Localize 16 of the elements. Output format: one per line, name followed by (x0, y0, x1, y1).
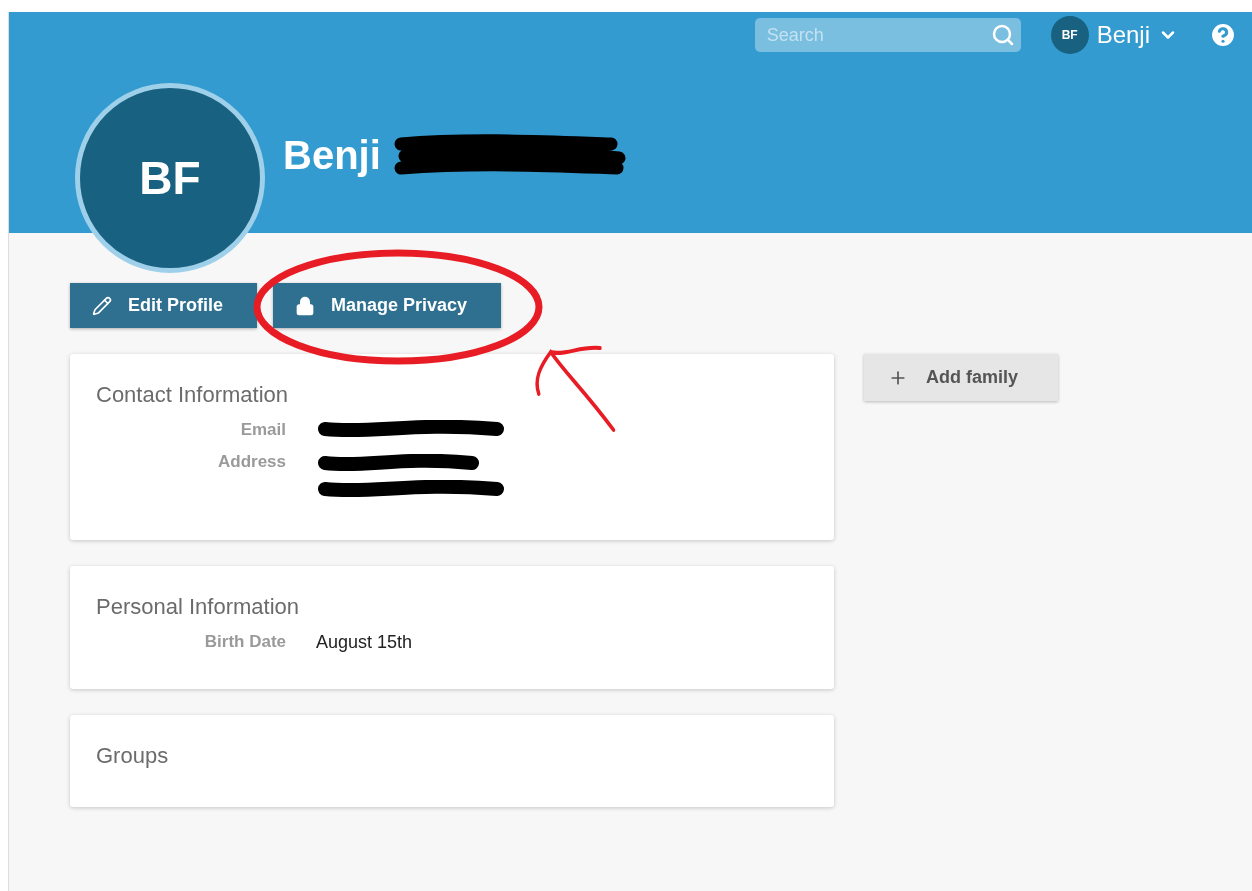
field-label: Address (216, 452, 286, 472)
action-button[interactable]: Edit Profile (70, 283, 257, 328)
card-title: Groups (96, 743, 170, 769)
card-title: Contact Information (96, 382, 289, 408)
profile-avatar: BF (75, 83, 265, 273)
field-value: August 15th (316, 632, 413, 653)
field-label: Birth Date (203, 632, 286, 652)
lock-icon (295, 295, 315, 316)
field-label: Email (239, 420, 286, 440)
card-title: Personal Information (96, 594, 300, 620)
profile-name: Benji (283, 132, 381, 178)
search-icon[interactable] (990, 23, 1015, 47)
user-menu[interactable]: BF Benji (1050, 16, 1178, 54)
pencil-icon (92, 295, 112, 316)
add-family-button[interactable]: Add family (864, 354, 1058, 401)
action-button[interactable]: Manage Privacy (273, 283, 502, 328)
